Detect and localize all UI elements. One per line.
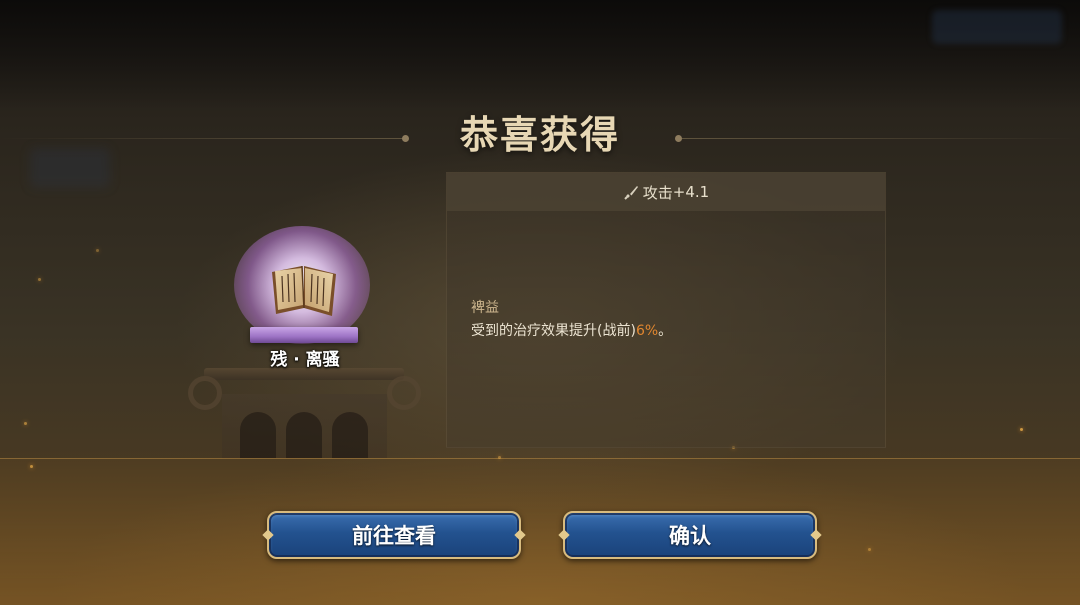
effect-value: 6%	[635, 323, 659, 339]
effect-name: 裨益	[471, 300, 499, 316]
confirm-button[interactable]: 确认	[563, 511, 817, 559]
ember-particle	[24, 422, 27, 425]
effect-desc-end: 。	[658, 323, 673, 339]
bottom-band	[0, 458, 1080, 605]
stat-label: 攻击	[642, 183, 673, 202]
item-name: 残 · 离骚	[270, 350, 340, 370]
effect-description: 受到的治疗效果提升(战前)6%。	[471, 320, 672, 340]
pedestal-arch	[286, 412, 322, 458]
ember-particle	[498, 456, 501, 459]
stat-header: 攻击 +4.1	[447, 173, 885, 211]
pedestal	[188, 368, 421, 458]
pedestal-arch	[240, 412, 276, 458]
ember-particle	[868, 548, 871, 551]
ember-particle	[38, 278, 41, 281]
blurred-top-right-panel	[932, 10, 1062, 44]
book-icon[interactable]	[266, 262, 342, 316]
ember-particle	[96, 249, 99, 252]
item-info-panel: 攻击 +4.1 裨益 受到的治疗效果提升(战前)6%。	[446, 172, 886, 448]
ember-particle	[30, 465, 33, 468]
dialog-title: 恭喜获得	[459, 113, 620, 157]
sword-icon	[624, 186, 638, 200]
stat-value: +4.1	[672, 183, 710, 201]
top-shade	[0, 0, 1080, 110]
go-view-button[interactable]: 前往查看	[267, 511, 521, 559]
reward-dialog: 恭喜获得 残 · 离骚 攻击 +4.1 裨益 受到的治疗效果提升(战前)6%。 …	[0, 0, 1080, 605]
rarity-plinth	[250, 327, 358, 343]
pedestal-scroll-left	[188, 376, 222, 410]
effect-desc-text: 受到的治疗效果提升(战前)	[471, 323, 636, 339]
pedestal-scroll-right	[387, 376, 421, 410]
ember-particle	[1020, 428, 1023, 431]
pedestal-arch	[332, 412, 368, 458]
